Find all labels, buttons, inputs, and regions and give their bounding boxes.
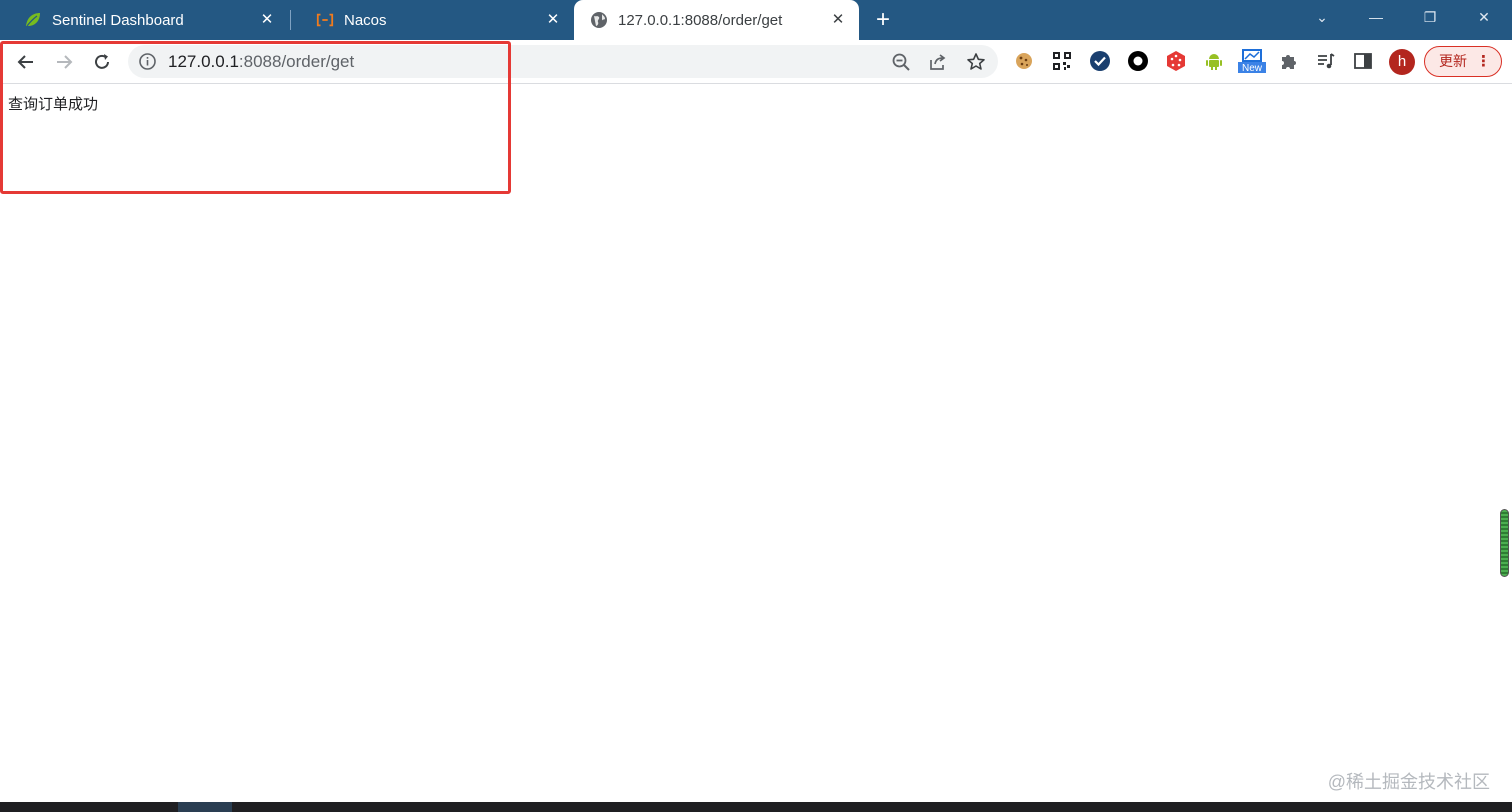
close-tab-icon[interactable]: ✕ — [544, 11, 562, 29]
tab-nacos[interactable]: Nacos ✕ — [292, 0, 574, 40]
nacos-icon — [316, 11, 334, 29]
spring-leaf-icon — [24, 11, 42, 29]
svg-text:New: New — [1242, 63, 1263, 74]
new-badge-extension-icon[interactable]: New — [1237, 49, 1267, 74]
tab-active-order-get[interactable]: 127.0.0.1:8088/order/get ✕ — [574, 0, 859, 40]
tab-search-icon[interactable]: ⌄ — [1308, 6, 1336, 28]
tab-strip: Sentinel Dashboard ✕ Nacos ✕ 127.0.0.1:8… — [0, 0, 1512, 40]
share-icon[interactable] — [927, 51, 949, 73]
puzzle-extensions-icon[interactable] — [1278, 50, 1300, 72]
menu-dots-icon[interactable]: ⋮ — [1476, 47, 1491, 76]
globe-icon — [590, 11, 608, 29]
minimize-icon[interactable]: — — [1362, 6, 1390, 28]
tab-title: Nacos — [344, 11, 387, 29]
cookie-extension-icon[interactable] — [1013, 50, 1035, 72]
update-label: 更新 — [1439, 53, 1467, 69]
tab-title: Sentinel Dashboard — [52, 11, 184, 29]
annotation-highlight-box — [0, 41, 511, 194]
dice-extension-icon[interactable] — [1165, 50, 1187, 72]
window-close-icon[interactable]: ✕ — [1470, 6, 1498, 28]
tab-sentinel-dashboard[interactable]: Sentinel Dashboard ✕ — [0, 0, 288, 40]
os-taskbar — [0, 802, 1512, 812]
taskbar-item[interactable] — [178, 802, 232, 812]
close-tab-icon[interactable]: ✕ — [258, 11, 276, 29]
qr-code-extension-icon[interactable] — [1051, 50, 1073, 72]
update-button[interactable]: 更新 ⋮ — [1424, 46, 1502, 77]
media-control-icon[interactable] — [1315, 50, 1337, 72]
new-tab-button[interactable]: + — [870, 8, 896, 34]
restore-icon[interactable]: ❐ — [1416, 6, 1444, 28]
bookmark-star-icon[interactable] — [965, 51, 987, 73]
side-panel-icon[interactable] — [1352, 50, 1374, 72]
android-extension-icon[interactable] — [1203, 50, 1225, 72]
ring-extension-icon[interactable] — [1127, 50, 1149, 72]
close-tab-icon[interactable]: ✕ — [829, 11, 847, 29]
watermark-text: @稀土掘金技术社区 — [1327, 772, 1490, 792]
tab-separator — [290, 10, 291, 30]
profile-avatar[interactable]: h — [1389, 49, 1415, 75]
check-extension-icon[interactable] — [1089, 50, 1111, 72]
scroll-indicator[interactable] — [1500, 509, 1509, 577]
zoom-icon[interactable] — [890, 51, 912, 73]
tab-title: 127.0.0.1:8088/order/get — [618, 11, 783, 29]
